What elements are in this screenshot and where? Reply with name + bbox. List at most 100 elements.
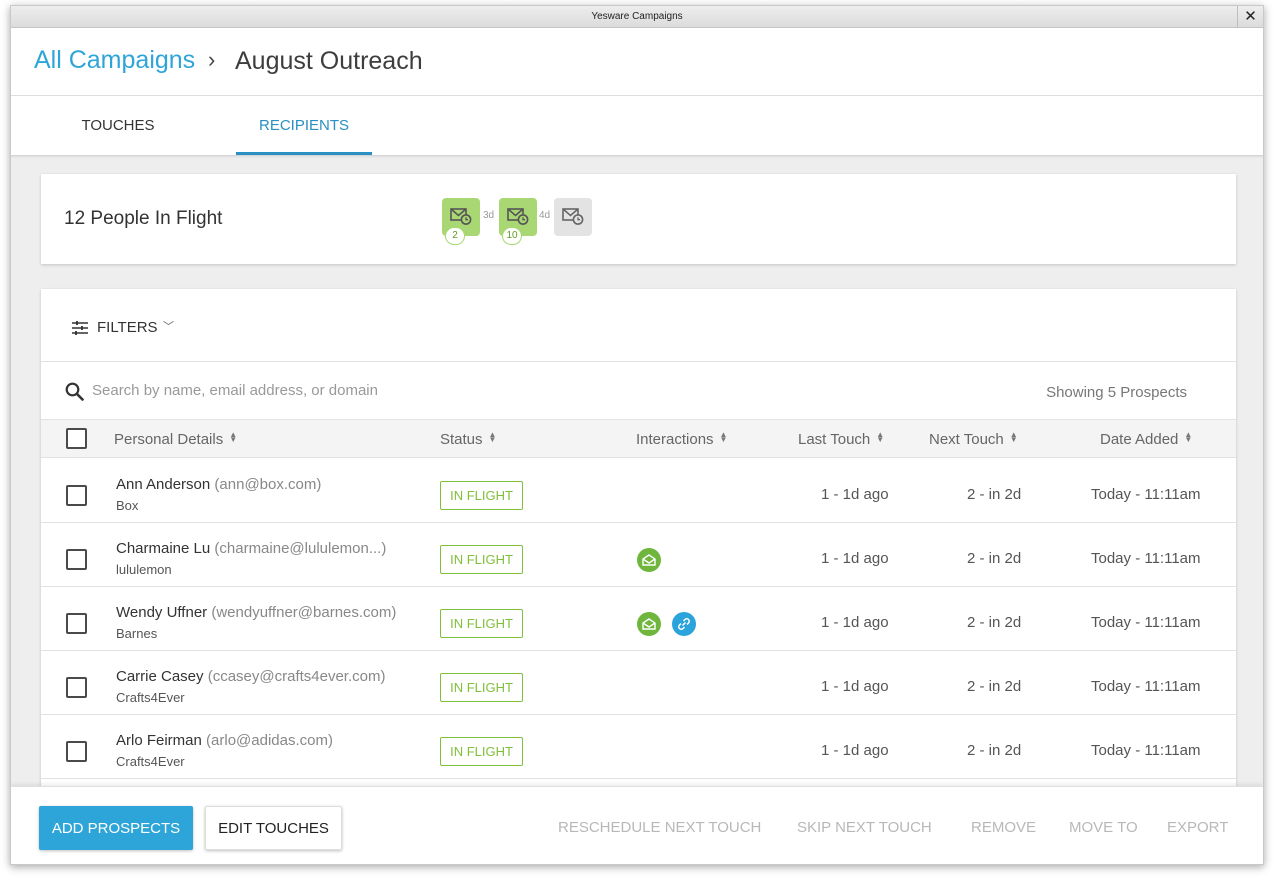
sort-icon: ▲ ▼ [719, 430, 728, 444]
prospect-company: lululemon [116, 562, 172, 577]
table-row[interactable]: Ann Anderson (ann@box.com) Box IN FLIGHT… [41, 459, 1236, 523]
next-touch: 2 - in 2d [967, 486, 1022, 503]
name-text: Carrie Casey [116, 668, 204, 685]
showing-count: Showing 5 Prospects [1046, 384, 1187, 401]
breadcrumb-all-campaigns[interactable]: All Campaigns [34, 46, 195, 75]
status-badge: IN FLIGHT [440, 737, 523, 766]
touch-gap: 3d [483, 210, 495, 221]
column-next-touch[interactable]: Next Touch ▲ ▼ [929, 430, 1018, 449]
close-icon[interactable]: ✕ [1237, 6, 1263, 28]
table-row[interactable]: Carrie Casey (ccasey@crafts4ever.com) Cr… [41, 651, 1236, 715]
touch-gap: 4d [539, 210, 551, 221]
remove-button[interactable]: REMOVE [971, 819, 1036, 836]
column-label: Next Touch [929, 431, 1004, 448]
sort-icon: ▲ ▼ [488, 430, 497, 444]
next-touch: 2 - in 2d [967, 614, 1022, 631]
row-checkbox[interactable] [66, 677, 87, 698]
touch-count-badge: 2 [445, 227, 465, 245]
action-bar: ADD PROSPECTS EDIT TOUCHES RESCHEDULE NE… [11, 786, 1263, 864]
date-added: Today - 11:11am [1091, 486, 1201, 503]
search-icon [65, 382, 84, 401]
sort-icon: ▲ ▼ [1184, 430, 1193, 444]
name-text: Arlo Feirman [116, 732, 202, 749]
reschedule-next-touch-button[interactable]: RESCHEDULE NEXT TOUCH [558, 819, 761, 836]
in-flight-summary: 12 People In Flight 2 3d 10 4d [41, 174, 1236, 264]
table-header: Personal Details ▲ ▼ Status ▲ ▼ Interactions… [41, 420, 1236, 458]
prospect-name: Wendy Uffner (wendyuffner@barnes.com) [116, 604, 396, 621]
name-text: Charmaine Lu [116, 540, 211, 557]
prospect-name: Ann Anderson (ann@box.com) [116, 476, 321, 493]
edit-touches-button[interactable]: EDIT TOUCHES [205, 806, 342, 850]
last-touch: 1 - 1d ago [821, 742, 889, 759]
prospect-email: (arlo@adidas.com) [206, 732, 333, 749]
touch-3[interactable] [554, 198, 592, 236]
status-badge: IN FLIGHT [440, 609, 523, 638]
prospect-company: Crafts4Ever [116, 690, 185, 705]
tab-bar: TOUCHES RECIPIENTS [11, 96, 1263, 156]
date-added: Today - 11:11am [1091, 550, 1201, 567]
filters-label: FILTERS [97, 319, 158, 336]
row-checkbox[interactable] [66, 613, 87, 634]
row-checkbox[interactable] [66, 485, 87, 506]
date-added: Today - 11:11am [1091, 614, 1201, 631]
touch-count-badge: 10 [502, 227, 522, 245]
email-clock-icon [507, 208, 529, 225]
prospect-email: (ccasey@crafts4ever.com) [207, 668, 386, 685]
column-last-touch[interactable]: Last Touch ▲ ▼ [798, 430, 885, 449]
prospects-panel: FILTERS ﹀ Showing 5 Prospects Personal D… [41, 289, 1236, 864]
column-label: Status [440, 431, 483, 448]
move-to-button[interactable]: MOVE TO [1069, 819, 1138, 836]
row-checkbox[interactable] [66, 741, 87, 762]
page-title: August Outreach [235, 47, 423, 75]
touch-1[interactable]: 2 [442, 198, 480, 245]
prospect-company: Barnes [116, 626, 158, 641]
add-prospects-button[interactable]: ADD PROSPECTS [39, 806, 193, 850]
row-checkbox[interactable] [66, 549, 87, 570]
column-interactions[interactable]: Interactions ▲ ▼ [636, 430, 728, 449]
last-touch: 1 - 1d ago [821, 550, 889, 567]
last-touch: 1 - 1d ago [821, 486, 889, 503]
column-personal-details[interactable]: Personal Details ▲ ▼ [114, 431, 237, 449]
link-icon[interactable] [672, 612, 696, 636]
window-title: Yesware Campaigns [591, 11, 683, 22]
last-touch: 1 - 1d ago [821, 678, 889, 695]
touch-2[interactable]: 10 [499, 198, 537, 245]
prospect-company: Crafts4Ever [116, 754, 185, 769]
column-date-added[interactable]: Date Added ▲ ▼ [1100, 430, 1193, 449]
name-text: Wendy Uffner [116, 604, 208, 621]
date-added: Today - 11:11am [1091, 678, 1201, 695]
next-touch: 2 - in 2d [967, 550, 1022, 567]
table-row[interactable]: Arlo Feirman (arlo@adidas.com) Crafts4Ev… [41, 715, 1236, 779]
chevron-down-icon: ﹀ [163, 321, 174, 333]
in-flight-count: 12 People In Flight [64, 208, 223, 229]
tab-recipients[interactable]: RECIPIENTS [236, 96, 372, 155]
export-button[interactable]: EXPORT [1167, 819, 1228, 836]
column-label: Date Added [1100, 431, 1179, 448]
sort-icon: ▲ ▼ [1009, 430, 1018, 444]
page-header: All Campaigns › August Outreach [11, 28, 1263, 96]
column-label: Last Touch [798, 431, 871, 448]
email-clock-icon [562, 208, 584, 225]
table-row[interactable]: Wendy Uffner (wendyuffner@barnes.com) Ba… [41, 587, 1236, 651]
chevron-right-icon: › [208, 47, 216, 72]
app-window: Yesware Campaigns ✕ All Campaigns › Augu… [10, 5, 1264, 865]
last-touch: 1 - 1d ago [821, 614, 889, 631]
table-row[interactable]: Charmaine Lu (charmaine@lululemon...) lu… [41, 523, 1236, 587]
skip-next-touch-button[interactable]: SKIP NEXT TOUCH [797, 819, 932, 836]
sliders-icon [72, 321, 88, 335]
tab-touches[interactable]: TOUCHES [46, 96, 190, 155]
status-badge: IN FLIGHT [440, 673, 523, 702]
sort-icon: ▲ ▼ [876, 430, 885, 444]
select-all-checkbox[interactable] [66, 428, 87, 449]
column-label: Personal Details [114, 431, 224, 448]
open-envelope-icon[interactable] [637, 548, 661, 572]
column-status[interactable]: Status ▲ ▼ [440, 430, 497, 449]
prospect-name: Arlo Feirman (arlo@adidas.com) [116, 732, 333, 749]
prospect-name: Carrie Casey (ccasey@crafts4ever.com) [116, 668, 385, 685]
next-touch: 2 - in 2d [967, 678, 1022, 695]
prospect-name: Charmaine Lu (charmaine@lululemon...) [116, 540, 386, 557]
search-input[interactable] [92, 375, 692, 405]
date-added: Today - 11:11am [1091, 742, 1201, 759]
name-text: Ann Anderson [116, 476, 211, 493]
open-envelope-icon[interactable] [637, 612, 661, 636]
